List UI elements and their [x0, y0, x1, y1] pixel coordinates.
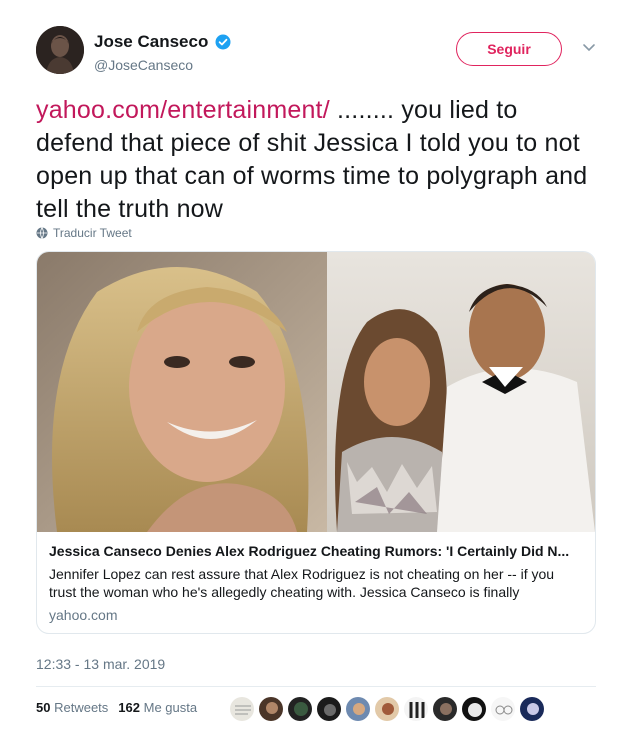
avatar[interactable] — [229, 696, 255, 722]
likes-count: 162 — [118, 700, 140, 715]
avatar[interactable] — [432, 696, 458, 722]
author-name[interactable]: Jose Canseco — [94, 32, 208, 52]
retweets-stat[interactable]: 50 Retweets — [36, 700, 108, 715]
avatar[interactable] — [316, 696, 342, 722]
card-body[interactable]: Jessica Canseco Denies Alex Rodriguez Ch… — [37, 532, 595, 633]
author-avatar[interactable] — [36, 26, 84, 74]
card-description: Jennifer Lopez can rest assure that Alex… — [49, 566, 555, 600]
avatar[interactable] — [374, 696, 400, 722]
verified-badge-icon — [215, 34, 231, 50]
avatar[interactable] — [403, 696, 429, 722]
avatar[interactable] — [287, 696, 313, 722]
retweets-count: 50 — [36, 700, 51, 715]
likes-stat[interactable]: 162 Me gusta — [118, 700, 197, 715]
author-handle[interactable]: @JoseCanseco — [94, 57, 193, 73]
card-domain: yahoo.com — [49, 607, 118, 623]
follow-button[interactable]: Seguir — [456, 32, 562, 66]
avatar[interactable] — [490, 696, 516, 722]
card-image[interactable] — [37, 252, 595, 532]
avatar[interactable] — [345, 696, 371, 722]
avatar[interactable] — [258, 696, 284, 722]
tweet-text: yahoo.com/entertainment/ ........ you li… — [36, 94, 596, 226]
likes-label: Me gusta — [143, 700, 198, 715]
avatar[interactable] — [519, 696, 545, 722]
card-title[interactable]: Jessica Canseco Denies Alex Rodriguez Ch… — [49, 543, 583, 559]
chevron-down-icon[interactable] — [580, 38, 598, 56]
tweet-header: Jose Canseco @JoseCanseco Seguir — [36, 26, 606, 78]
translate-tweet[interactable]: Traducir Tweet — [36, 226, 132, 240]
tweet-timestamp[interactable]: 12:33 - 13 mar. 2019 — [36, 656, 165, 672]
link-card[interactable]: Jessica Canseco Denies Alex Rodriguez Ch… — [36, 251, 596, 634]
liker-avatars — [229, 696, 545, 722]
tweet-link[interactable]: yahoo.com/entertainment/ — [36, 96, 330, 124]
tweet-stats: 50 Retweets 162 Me gusta — [36, 700, 197, 715]
avatar[interactable] — [461, 696, 487, 722]
globe-icon — [36, 227, 48, 239]
translate-label[interactable]: Traducir Tweet — [53, 226, 132, 240]
retweets-label: Retweets — [54, 700, 109, 715]
author-name-row: Jose Canseco — [94, 32, 232, 52]
divider — [36, 686, 596, 687]
